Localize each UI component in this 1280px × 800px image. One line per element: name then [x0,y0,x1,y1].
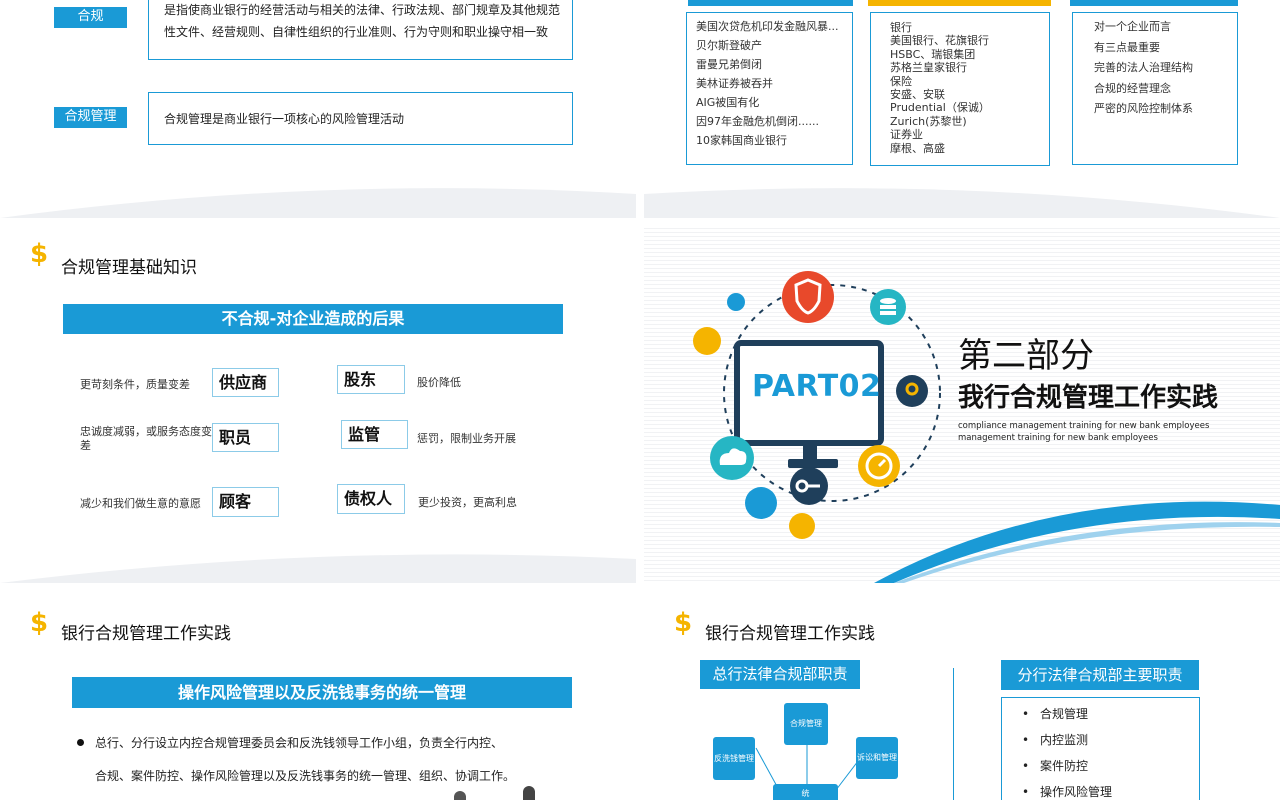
list-item: 苏格兰皇家银行 [890,61,967,75]
people-illustration [523,786,535,800]
banner-title: 操作风险管理以及反洗钱事务的统一管理 [72,677,572,708]
list-item: 摩根、高盛 [890,141,945,155]
effect-left-1: 更苛刻条件，质量变差 [80,378,190,391]
subtitle-1: compliance management training for new b… [958,421,1210,431]
slide-unified-management[interactable]: $ 银行合规管理工作实践 操作风险管理以及反洗钱事务的统一管理 总行、分行设立内… [0,590,636,800]
slide-noncompliance-consequences[interactable]: $ 合规管理基础知识 不合规-对企业造成的后果 更苛刻条件，质量变差 供应商 股… [0,225,636,583]
slide-title: 合规管理基础知识 [61,258,197,278]
col1-header [688,0,853,6]
list-item: 有三点最重要 [1094,40,1160,54]
slide-legal-compliance-duties[interactable]: $ 银行合规管理工作实践 总行法律合规部职责 分行法律合规部主要职责 合规管理 … [644,590,1280,800]
bottom-swoosh [0,188,636,218]
list-item: 对一个企业而言 [1094,20,1171,33]
dollar-coin-icon: $ [30,239,49,269]
col1-list: 美国次贷危机印发金融风暴... 贝尔斯登破产 雷曼兄弟倒闭 美林证券被吞并 AI… [696,17,839,150]
bottom-swoosh [644,188,1280,218]
list-item: 贝尔斯登破产 [696,39,762,52]
stakeholder-box: 供应商 [212,368,279,397]
slide-title: 银行合规管理工作实践 [61,624,231,644]
list-item: 雷曼兄弟倒闭 [696,58,762,71]
definition-line-1: 是指使商业银行的经营活动与相关的法律、行政法规、部门规章及其他规范 [164,3,561,17]
definition-line-2: 性文件、经营规则、自律性组织的行业准则、行为守则和职业操守相一致 [164,25,549,39]
duty-node: 诉讼和管理 [856,737,898,779]
list-item: Zurich(苏黎世) [890,114,967,128]
list-item: • 内控监测 [1022,733,1089,747]
blue-swoosh [874,501,1280,583]
mgmt-text: 合规管理是商业银行一项核心的风险管理活动 [164,112,405,126]
stakeholder-box: 监管 [341,420,408,449]
list-item: 银行 [890,21,912,34]
section-heading-1: 第二部分 [958,336,1094,376]
part-label: PART02 [752,369,882,404]
bullet-line-2: 合规、案件防控、操作风险管理以及反洗钱事务的统一管理、组织、协调工作。 [95,769,516,783]
subtitle-2: management training for new bank employe… [958,433,1158,443]
list-item: 证券业 [890,128,923,142]
list-item: 美国次贷危机印发金融风暴... [696,20,839,33]
list-item: 美国银行、花旗银行 [890,34,989,48]
col2-header [868,0,1051,6]
list-item: 完善的法人治理结构 [1094,61,1193,74]
slide-title: 银行合规管理工作实践 [705,624,875,644]
stakeholder-box: 债权人 [337,484,405,514]
branch-duties-list: • 合规管理 • 内控监测 • 案件防控 • 操作风险管理 [1022,701,1113,800]
tag-compliance-mgmt: 合规管理 [54,107,127,128]
list-item: AIG被国有化 [696,96,760,109]
people-illustration [454,791,466,800]
effect-right-1: 股价降低 [417,376,461,389]
duty-node: 合规管理 [784,703,828,745]
list-item: 安盛、安联 [890,88,945,102]
list-item: 美林证券被吞并 [696,77,773,90]
branch-header: 分行法律合规部主要职责 [1001,660,1199,690]
bottom-swoosh [0,554,636,583]
list-item: 10家韩国商业银行 [696,134,787,147]
duty-node: 统 [773,784,838,800]
list-item: • 操作风险管理 [1022,785,1113,799]
effect-right-2: 惩罚，限制业务开展 [417,432,516,445]
stakeholder-box: 职员 [212,423,279,452]
list-item: 保险 [890,74,912,88]
section-heading-2: 我行合规管理工作实践 [958,383,1219,413]
list-item: • 案件防控 [1022,759,1089,773]
head-office-header: 总行法律合规部职责 [700,660,860,689]
list-item: HSBC、瑞银集团 [890,47,976,61]
effect-left-3: 减少和我们做生意的意愿 [80,497,201,510]
list-item: 严密的风险控制体系 [1094,102,1193,115]
col3-header [1070,0,1238,6]
tag-compliance: 合规 [54,7,127,28]
list-item: 合规的经营理念 [1094,81,1171,95]
dollar-coin-icon: $ [30,608,49,638]
slide-compliance-definition[interactable]: 合规 是指使商业银行的经营活动与相关的法律、行政法规、部门规章及其他规范 性文件… [0,0,636,218]
bullet-dot [77,739,84,746]
dollar-coin-icon: $ [674,608,693,638]
stakeholder-box: 股东 [337,365,405,394]
list-item: • 合规管理 [1022,707,1089,721]
stakeholder-box: 顾客 [212,487,279,517]
duty-node: 反洗钱管理 [713,737,755,780]
divider [953,668,954,800]
effect-right-3: 更少投资，更高利息 [418,496,517,509]
slide-crisis-cases[interactable]: 美国次贷危机印发金融风暴... 贝尔斯登破产 雷曼兄弟倒闭 美林证券被吞并 AI… [644,0,1280,218]
col3-list: 对一个企业而言 有三点最重要 完善的法人治理结构 合规的经营理念 严密的风险控制… [1094,17,1193,120]
effect-left-2: 忠诚度减弱，或服务态度变差 [80,425,212,452]
bullet-line-1: 总行、分行设立内控合规管理委员会和反洗钱领导工作小组，负责全行内控、 [95,736,504,750]
list-item: 因97年金融危机倒闭...... [696,115,819,128]
list-item: Prudential（保诚） [890,101,990,115]
col2-list: 银行 美国银行、花旗银行 HSBC、瑞银集团 苏格兰皇家银行 保险 安盛、安联 … [890,21,990,155]
slide-part02-cover[interactable]: PART02 第二部分 我行合规管理工作实践 compliance manage… [644,225,1280,583]
banner-title: 不合规-对企业造成的后果 [63,304,563,334]
